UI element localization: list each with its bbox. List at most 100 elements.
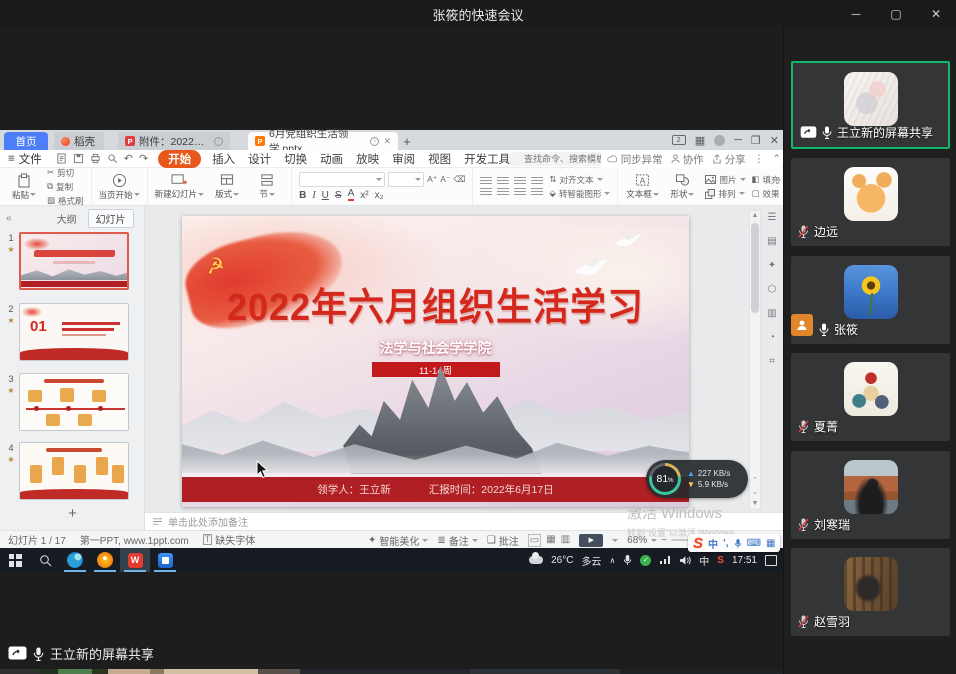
beautify-panel-icon[interactable]: ✦: [768, 260, 776, 271]
numbering-icon[interactable]: [497, 177, 509, 186]
thumbnail-item-2[interactable]: 2 ★ 01: [0, 303, 145, 363]
design-panel-icon[interactable]: ▤: [767, 236, 776, 247]
justify-icon[interactable]: [531, 188, 543, 197]
tab-outline[interactable]: 大纲: [50, 210, 84, 227]
underline-button[interactable]: U: [322, 190, 329, 201]
tray-expand-icon[interactable]: ∧: [609, 556, 615, 565]
thumb-slide-3[interactable]: [19, 373, 129, 431]
sogou-logo-icon[interactable]: S: [693, 535, 703, 552]
view-sorter-icon[interactable]: ▦: [546, 534, 555, 547]
bold-button[interactable]: B: [299, 190, 306, 201]
align-right-icon[interactable]: [514, 188, 526, 197]
arrange-button[interactable]: 排列: [705, 188, 745, 200]
share-button[interactable]: 分享: [712, 152, 746, 167]
tab-close-icon[interactable]: ✕: [383, 136, 391, 147]
thumbnail-item-4[interactable]: 4 ★: [0, 442, 145, 502]
menu-insert[interactable]: 插入: [210, 151, 237, 167]
convert-diagram-button[interactable]: ⬙ 转智能图形: [549, 188, 610, 200]
next-slide-icon[interactable]: ⌄: [752, 488, 758, 496]
missing-font-button[interactable]: T 缺失字体: [203, 532, 256, 547]
new-tab-button[interactable]: +: [398, 132, 416, 150]
taskbar-quark-browser[interactable]: [90, 548, 120, 572]
menu-devtools[interactable]: 开发工具: [462, 151, 512, 167]
menu-design[interactable]: 设计: [246, 151, 273, 167]
play-options-caret[interactable]: [612, 539, 618, 542]
indent-increase-icon[interactable]: [531, 177, 543, 186]
sync-status[interactable]: 同步异常: [607, 152, 663, 167]
font-color-button[interactable]: A: [348, 189, 355, 201]
thumb-slide-2[interactable]: 01: [19, 303, 129, 361]
slide-canvas[interactable]: ☭ 2022年六月组织生活学习 法学与社会学学院 11-14周: [182, 216, 689, 507]
vertical-scrollbar[interactable]: ▲ ⌃ ⌄ ▼: [749, 210, 761, 510]
scroll-up-icon[interactable]: ▲: [752, 212, 759, 219]
bullets-icon[interactable]: [480, 177, 492, 186]
align-text-button[interactable]: ⇅ 对齐文本: [549, 174, 610, 186]
new-doc-icon[interactable]: [56, 153, 67, 164]
tab-home[interactable]: 首页: [4, 132, 48, 150]
file-menu[interactable]: ≡ 文件: [0, 151, 50, 167]
copy-button[interactable]: ⧉ 复制: [47, 181, 84, 193]
slideshow-play-button[interactable]: ▶: [579, 534, 603, 547]
taskbar-wps[interactable]: W: [120, 548, 150, 572]
notification-center-icon[interactable]: [765, 555, 777, 566]
tray-security-icon[interactable]: ✓: [640, 555, 651, 566]
menu-review[interactable]: 审阅: [390, 151, 417, 167]
font-size-select[interactable]: [388, 172, 424, 187]
beautify-button[interactable]: ✦ 智能美化: [368, 533, 428, 548]
menu-slideshow[interactable]: 放映: [354, 151, 381, 167]
format-painter-button[interactable]: ▨ 格式刷: [47, 195, 84, 207]
ime-lang-button[interactable]: 中: [708, 536, 718, 551]
participant-tile[interactable]: 边远: [791, 158, 950, 246]
tray-network-icon[interactable]: [659, 555, 671, 565]
shrink-font-button[interactable]: A⁻: [440, 172, 450, 187]
superscript-button[interactable]: x²: [360, 190, 368, 201]
new-slide-button[interactable]: 新建幻灯片: [155, 173, 205, 200]
collaborate-button[interactable]: 协作: [671, 152, 704, 167]
maximize-button[interactable]: ▢: [876, 0, 916, 28]
shape-panel-icon[interactable]: ⬡: [768, 284, 777, 295]
wps-restore-icon[interactable]: ❐: [751, 134, 761, 147]
participant-tile[interactable]: 赵雪羽: [791, 548, 950, 636]
font-family-select[interactable]: [299, 172, 385, 187]
participant-tile-host[interactable]: 张筱: [791, 256, 950, 344]
wps-minimize-icon[interactable]: ─: [734, 134, 742, 146]
scrollbar-thumb[interactable]: [751, 223, 759, 313]
grow-font-button[interactable]: A⁺: [427, 172, 437, 187]
zoom-out-button[interactable]: −: [661, 535, 667, 546]
tab-active-pptx[interactable]: P 6月党组织生活领学.pptx i ✕: [248, 132, 398, 150]
close-button[interactable]: ✕: [916, 0, 956, 28]
weather-cloud-icon[interactable]: [529, 556, 543, 564]
prev-slide-icon[interactable]: ⌃: [752, 476, 758, 484]
menu-view[interactable]: 视图: [426, 151, 453, 167]
participant-tile[interactable]: 刘寒瑞: [791, 451, 950, 539]
clear-format-button[interactable]: ⌫: [453, 172, 465, 187]
properties-icon[interactable]: ☰: [768, 212, 777, 223]
taskbar-edge[interactable]: [60, 548, 90, 572]
preview-icon[interactable]: [107, 153, 118, 164]
animation-panel-icon[interactable]: ◔: [769, 332, 775, 343]
align-left-icon[interactable]: [480, 188, 492, 197]
tray-mic-icon[interactable]: [623, 554, 632, 566]
more-icon[interactable]: ⋮: [754, 153, 765, 165]
thumb-slide-4[interactable]: [19, 442, 129, 500]
taskbar-search[interactable]: [30, 548, 60, 572]
layout-panel-icon[interactable]: ▥: [767, 308, 776, 319]
paste-button[interactable]: 粘贴: [7, 173, 41, 201]
tab-docer[interactable]: 稻壳: [54, 132, 104, 150]
account-avatar[interactable]: [714, 135, 725, 146]
tab-pdf[interactable]: P 附件：2022年6...习题科汇编.pdf i: [118, 132, 230, 150]
collapse-ribbon-icon[interactable]: ⌃: [772, 153, 781, 165]
menu-start[interactable]: 开始: [158, 150, 201, 168]
align-center-icon[interactable]: [497, 188, 509, 197]
ime-mic-icon[interactable]: [734, 538, 742, 549]
indent-decrease-icon[interactable]: [514, 177, 526, 186]
picture-button[interactable]: 图片: [705, 174, 745, 186]
sogou-ime-bar[interactable]: S 中 ’, ⌨ ▦: [688, 534, 780, 552]
view-reading-icon[interactable]: ▥: [561, 534, 570, 547]
ime-punct-icon[interactable]: ’,: [723, 538, 729, 549]
network-monitor-overlay[interactable]: 81% ▲227 KB/s ▼5.9 KB/s: [646, 460, 748, 498]
taskbar-meeting-app[interactable]: [150, 548, 180, 572]
section-button[interactable]: 节: [250, 173, 284, 200]
italic-button[interactable]: I: [312, 190, 315, 201]
text-box-button[interactable]: A 文本框: [625, 173, 659, 200]
